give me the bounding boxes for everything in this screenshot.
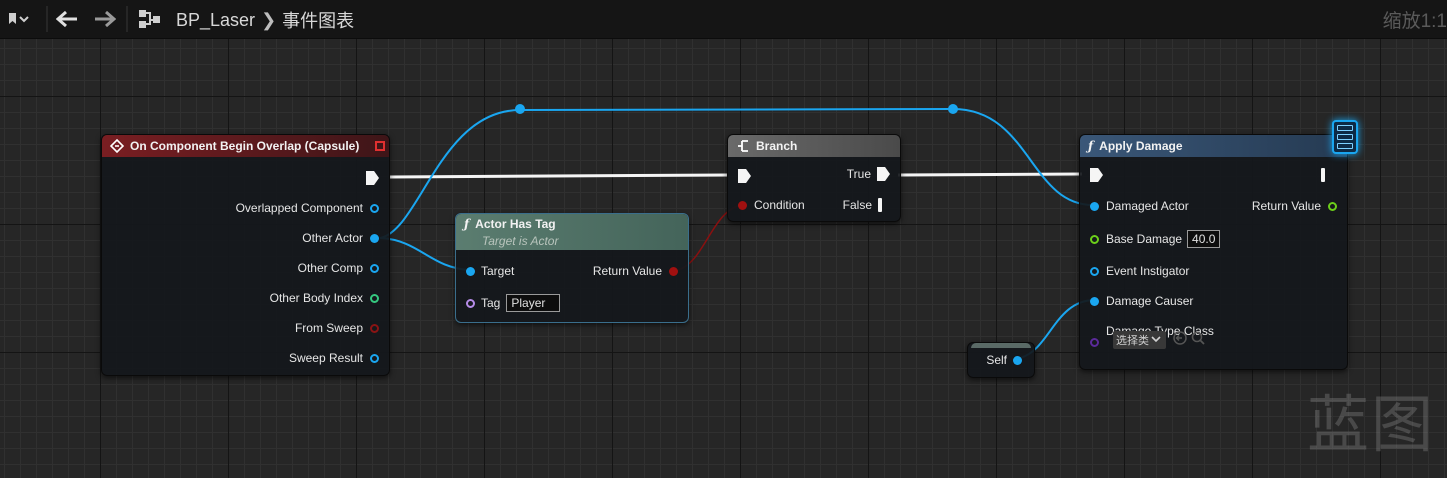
pin-label: Other Body Index [269,291,363,305]
pin-damage-causer[interactable]: Damage Causer [1090,294,1193,308]
function-icon: ƒ [1088,139,1094,153]
node-title: On Component Begin Overlap (Capsule) [130,139,360,153]
pin-label: Tag [481,296,501,310]
pin-from-sweep[interactable]: From Sweep [295,321,379,335]
pin-label: Return Value [592,264,662,278]
pin-event-instigator[interactable]: Event Instigator [1090,264,1189,278]
network-icon [1332,120,1358,154]
event-icon [110,139,124,153]
node-header: Branch [728,135,900,157]
pin-sweep-result[interactable]: Sweep Result [289,351,379,365]
pin-damaged-actor[interactable]: Damaged Actor [1090,199,1189,213]
browse-search-icon[interactable] [1190,330,1206,349]
self-node[interactable]: Self [967,342,1035,378]
delegate-pin[interactable] [375,141,385,151]
pin-tag[interactable]: Tag Player [466,294,561,312]
node-title: Apply Damage [1099,139,1183,153]
pin-label: Condition [754,198,805,212]
exec-wire[interactable] [897,172,1083,177]
pin-false[interactable]: False [843,198,882,212]
pin-other-actor[interactable]: Other Actor [302,231,379,245]
node-title: Actor Has Tag [475,217,556,231]
pin-other-comp[interactable]: Other Comp [298,261,379,275]
node-subtitle: Target is Actor [482,234,559,248]
pin-overlapped-component[interactable]: Overlapped Component [236,201,379,215]
pin-label: Sweep Result [288,351,363,365]
pin-label: Other Comp [297,261,363,275]
pin-damage-type-class[interactable]: 选择类 [1090,330,1206,349]
event-node-begin-overlap[interactable]: On Component Begin Overlap (Capsule) Ove… [101,134,390,376]
exec-in-pin[interactable] [738,169,751,183]
pin-label: Target [481,264,515,278]
pin-return-value[interactable]: Return Value [1252,199,1337,213]
node-header: On Component Begin Overlap (Capsule) [102,135,389,157]
class-dropdown[interactable]: 选择类 [1113,330,1166,349]
tag-input[interactable]: Player [506,294,561,312]
pin-label: Overlapped Component [235,201,363,215]
pin-return-value[interactable]: Return Value [593,264,678,278]
pin-base-damage[interactable]: Base Damage 40.0 [1090,230,1221,248]
function-node-actor-has-tag[interactable]: ƒ Actor Has Tag Target is Actor Target R… [455,213,689,323]
function-node-apply-damage[interactable]: ƒ Apply Damage Damaged Actor Return Valu… [1079,120,1358,370]
blueprint-watermark: 蓝图 [1306,388,1435,461]
pin-label: Damage Causer [1106,294,1194,308]
use-selected-icon[interactable] [1172,330,1188,349]
node-header: ƒ Actor Has Tag Target is Actor [456,214,688,250]
pin-true[interactable]: True [847,167,890,181]
branch-node[interactable]: Branch True Condition False [727,134,901,222]
node-title: Branch [756,139,798,153]
pin-label: Event Instigator [1106,264,1190,278]
branch-icon [738,140,748,152]
pin-label: Return Value [1251,199,1321,213]
exec-wire[interactable] [389,173,729,179]
pin-condition[interactable]: Condition [738,198,805,212]
pin-self[interactable]: Self [986,353,1022,367]
pin-other-body-index[interactable]: Other Body Index [270,291,379,305]
self-node-header [971,343,1031,348]
node-header: ƒ Apply Damage [1080,135,1347,157]
pin-label: False [842,198,872,212]
exec-in-pin[interactable] [1090,168,1103,182]
dropdown-value: 选择类 [1116,334,1149,347]
pin-target[interactable]: Target [466,264,514,278]
pin-label: From Sweep [294,321,363,335]
exec-out-pin[interactable] [366,171,379,185]
pin-label: True [846,167,871,181]
chevron-down-icon [1151,335,1161,342]
pin-label: Self [986,353,1007,367]
pin-label: Other Actor [302,231,363,245]
base-damage-input[interactable]: 40.0 [1187,230,1221,248]
reroute-node[interactable] [948,104,958,114]
exec-out-pin[interactable] [1321,168,1325,182]
function-icon: ƒ [464,217,470,231]
reroute-node[interactable] [515,104,525,114]
pin-label: Base Damage [1106,232,1183,246]
pin-label: Damaged Actor [1106,199,1189,213]
